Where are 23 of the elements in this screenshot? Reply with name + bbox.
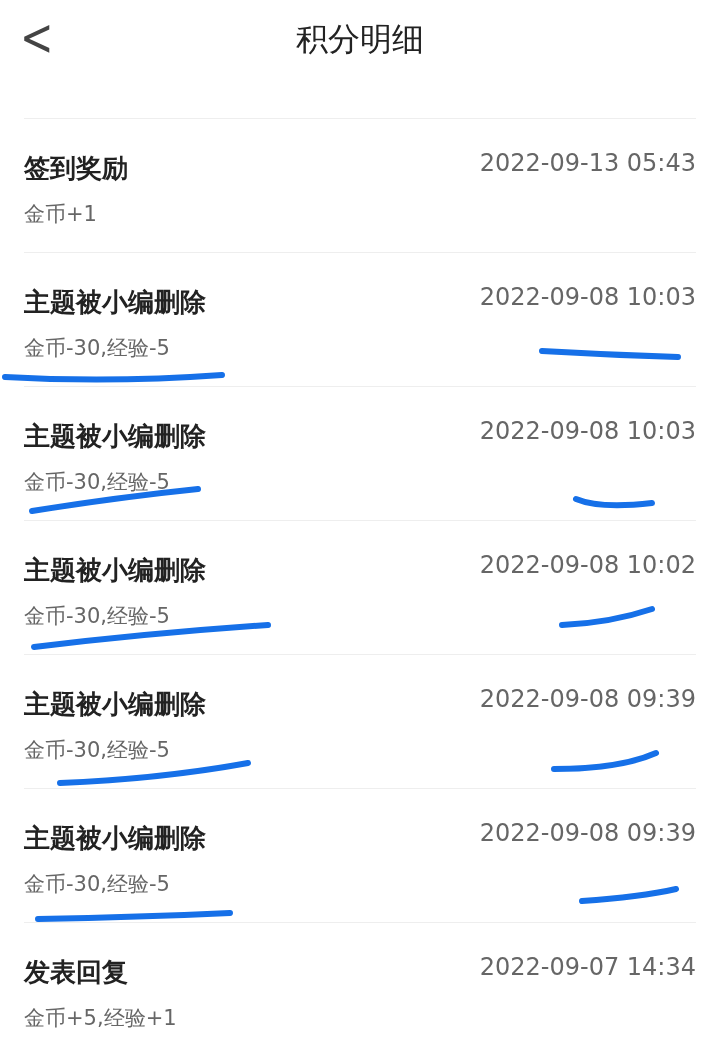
- record-title: 主题被小编删除: [24, 286, 206, 319]
- record-time: 2022-09-08 10:03: [479, 282, 696, 313]
- record-detail: 金币+1: [24, 201, 98, 228]
- record-detail: 金币-30,经验-5: [24, 469, 171, 496]
- record-detail: 金币-30,经验-5: [24, 871, 171, 898]
- back-button[interactable]: <: [14, 7, 60, 67]
- record-title: 主题被小编删除: [24, 554, 206, 587]
- record-time: 2022-09-07 14:34: [479, 952, 696, 983]
- record-title: 主题被小编删除: [24, 420, 206, 453]
- record-time: 2022-09-08 09:39: [479, 818, 696, 849]
- record-title: 主题被小编删除: [24, 822, 206, 855]
- page-title: 积分明细: [296, 19, 424, 60]
- record-title: 发表回复: [24, 956, 129, 989]
- record-title: 签到奖励: [24, 152, 128, 185]
- record-title: 主题被小编删除: [24, 688, 206, 721]
- record-time: 2022-09-08 10:03: [479, 416, 696, 447]
- record-detail: 金币+5,经验+1: [24, 1005, 177, 1032]
- record-time: 2022-09-13 05:43: [479, 148, 696, 179]
- record-time: 2022-09-08 09:39: [479, 684, 696, 715]
- record-time: 2022-09-08 10:02: [479, 550, 696, 581]
- record-detail: 金币-30,经验-5: [24, 737, 171, 764]
- record-detail: 金币-30,经验-5: [24, 335, 171, 362]
- record-detail: 金币-30,经验-5: [24, 603, 171, 630]
